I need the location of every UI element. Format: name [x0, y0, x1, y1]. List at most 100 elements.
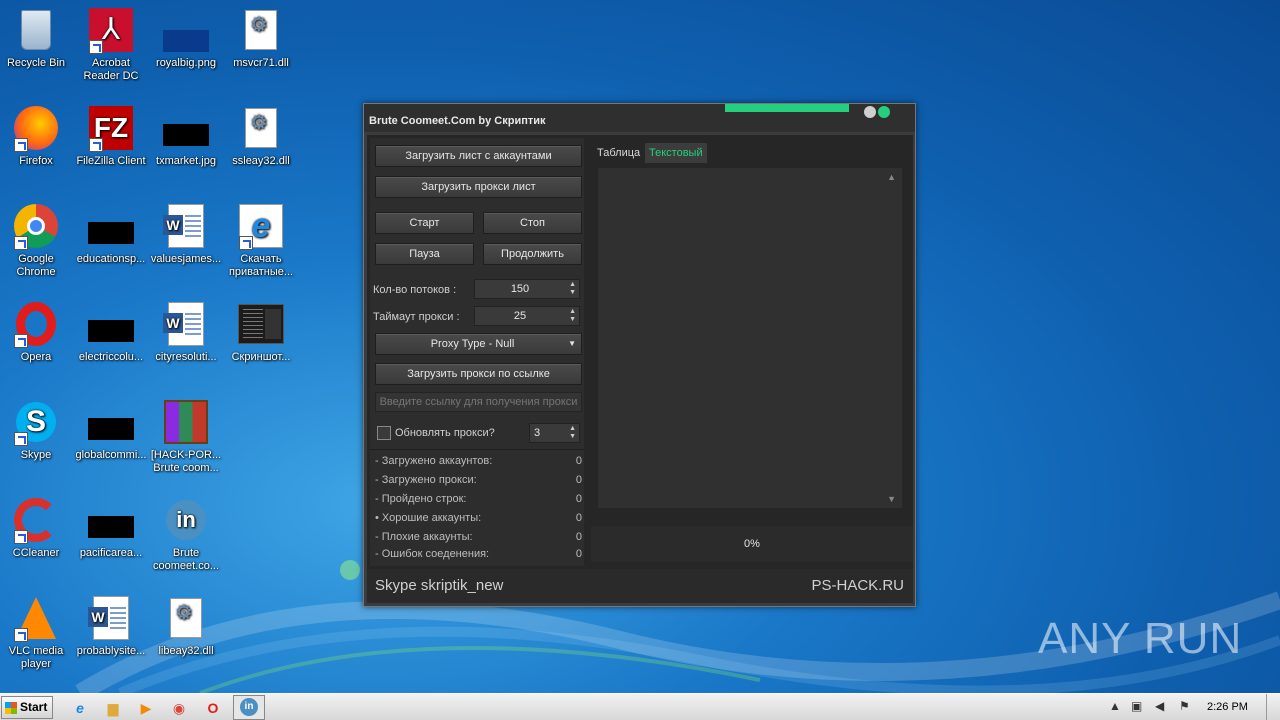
opera-taskbar-icon[interactable]: O [203, 698, 223, 718]
scroll-down-icon[interactable]: ▼ [887, 494, 896, 504]
dll-file-icon [245, 10, 277, 50]
load-proxy-button[interactable]: Загрузить прокси лист [375, 176, 582, 198]
continue-button[interactable]: Продолжить [483, 243, 582, 265]
explorer-taskbar-icon[interactable]: ▆ [103, 698, 123, 718]
footer-site-link[interactable]: PS-HACK.RU [811, 577, 904, 594]
word-document-icon [88, 596, 129, 640]
show-hidden-icons-icon[interactable]: ▲ [1109, 699, 1121, 713]
shortcut-arrow-icon [14, 138, 28, 152]
taskbar: Start e ▆ ▶ ◉ O in ▲ ▣ ◀ ⚑ 2:26 PM [0, 693, 1280, 720]
desktop-icon-opera[interactable]: Opera [0, 300, 74, 364]
load-proxy-url-button[interactable]: Загрузить прокси по ссылке [375, 363, 582, 385]
stepper-arrows-icon[interactable]: ▲ ▼ [569, 308, 576, 324]
stop-button[interactable]: Стоп [483, 212, 582, 234]
desktop-icon-msvcr71[interactable]: msvcr71.dll [223, 6, 299, 70]
desktop-icon-cityresoluti[interactable]: cityresoluti... [148, 300, 224, 364]
pause-button[interactable]: Пауза [375, 243, 474, 265]
desktop-icon-brute-coomeet[interactable]: in Brute coomeet.co... [148, 496, 224, 573]
desktop-icon-label: Скриншот... [231, 351, 291, 363]
desktop-icon-filezilla[interactable]: FZ FileZilla Client [73, 104, 149, 168]
update-proxy-value: 3 [534, 427, 541, 439]
threads-stepper[interactable]: 150 ▲ ▼ [474, 279, 580, 299]
network-icon[interactable]: ▣ [1131, 699, 1142, 713]
desktop-icon-electriccolu[interactable]: electriccolu... [73, 300, 149, 364]
desktop-icon-educationsp[interactable]: educationsp... [73, 202, 149, 266]
desktop-icon-label: pacificarea... [79, 547, 143, 559]
desktop-icon-ccleaner[interactable]: CCleaner [0, 496, 74, 560]
desktop-icon-skachat[interactable]: e Скачать приватные... [223, 202, 299, 279]
tab-text[interactable]: Текстовый [645, 143, 707, 163]
desktop-icon-txmarket[interactable]: txmarket.jpg [148, 104, 224, 168]
action-center-flag-icon[interactable]: ⚑ [1179, 699, 1190, 713]
close-button[interactable] [878, 106, 890, 118]
desktop-icon-label: Acrobat Reader DC [83, 57, 139, 82]
show-desktop-button[interactable] [1266, 694, 1280, 720]
desktop-icon-acrobat[interactable]: ⅄ Acrobat Reader DC [73, 6, 149, 83]
image-thumbnail-icon [88, 320, 134, 342]
winrar-archive-icon [164, 400, 208, 444]
desktop-icon-vlc[interactable]: VLC media player [0, 594, 74, 671]
desktop-icon-chrome[interactable]: Google Chrome [0, 202, 74, 279]
stepper-arrows-icon[interactable]: ▲ ▼ [569, 281, 576, 297]
start-button[interactable]: Start [1, 696, 53, 719]
desktop-icon-probablysite[interactable]: probablysite... [73, 594, 149, 658]
taskbar-clock[interactable]: 2:26 PM [1207, 701, 1248, 713]
output-textarea[interactable]: ▲ ▼ [597, 167, 903, 509]
desktop-icon-label: Google Chrome [16, 253, 56, 278]
output-panel: Таблица Текстовый ▲ ▼ 0% [591, 138, 913, 566]
shortcut-arrow-icon [14, 334, 28, 348]
proxy-type-value: Proxy Type - Null [430, 338, 515, 350]
desktop-icon-hack-por[interactable]: [HACK-POR... Brute coom... [148, 398, 224, 475]
proxy-type-select[interactable]: Proxy Type - Null ▼ [375, 333, 582, 355]
desktop-icon-valuesjames[interactable]: valuesjames... [148, 202, 224, 266]
desktop-icon-label: ssleay32.dll [232, 155, 290, 167]
control-panel: Загрузить лист с аккаунтами Загрузить пр… [370, 138, 584, 566]
volume-icon[interactable]: ◀ [1155, 699, 1164, 713]
desktop-icon-globalcommi[interactable]: globalcommi... [73, 398, 149, 462]
shortcut-arrow-icon [89, 138, 103, 152]
scroll-up-icon[interactable]: ▲ [887, 172, 896, 182]
update-proxy-stepper[interactable]: 3 ▲ ▼ [529, 423, 580, 443]
desktop-icon-pacificarea[interactable]: pacificarea... [73, 496, 149, 560]
desktop-icon-screenshot[interactable]: Скриншот... [223, 300, 299, 364]
threads-value: 150 [510, 283, 530, 295]
image-thumbnail-icon [88, 516, 134, 538]
word-document-icon [163, 204, 204, 248]
desktop-icon-label: cityresoluti... [155, 351, 217, 363]
app-titlebar[interactable]: Brute Coomeet.Com by Скриптик [364, 104, 915, 132]
brute-app-icon: in [166, 500, 206, 540]
start-button[interactable]: Старт [375, 212, 474, 234]
desktop-icon-firefox[interactable]: Firefox [0, 104, 74, 168]
desktop-icon-label: globalcommi... [75, 449, 147, 461]
brute-app-taskbar-button[interactable]: in [233, 695, 265, 720]
shortcut-arrow-icon [14, 432, 28, 446]
update-proxy-checkbox[interactable] [377, 426, 391, 440]
chevron-down-icon: ▼ [568, 339, 576, 348]
desktop-icon-label: Скачать приватные... [228, 253, 294, 278]
ie-taskbar-icon[interactable]: e [70, 698, 90, 718]
desktop-icon-recycle-bin[interactable]: Recycle Bin [0, 6, 74, 70]
tab-table[interactable]: Таблица [593, 143, 644, 163]
media-player-taskbar-icon[interactable]: ▶ [136, 698, 156, 718]
stats-divider [370, 449, 584, 450]
desktop-icon-label: educationsp... [76, 253, 146, 265]
footer-skype-contact: Skype skriptik_new [375, 577, 504, 594]
chrome-taskbar-icon[interactable]: ◉ [169, 698, 189, 718]
app-footer: Skype skriptik_new PS-HACK.RU [367, 569, 913, 603]
screenshot-thumbnail-icon [238, 304, 284, 344]
desktop-icon-label: Opera [20, 351, 52, 363]
desktop-icon-label: msvcr71.dll [233, 57, 289, 69]
minimize-button[interactable] [864, 106, 876, 118]
desktop-icon-ssleay32[interactable]: ssleay32.dll [223, 104, 299, 168]
shortcut-arrow-icon [14, 530, 28, 544]
stepper-arrows-icon[interactable]: ▲ ▼ [569, 425, 576, 441]
stat-connection-errors: - Ошибок соеденения: 0 [375, 548, 582, 560]
desktop-icon-libeay32[interactable]: libeay32.dll [148, 594, 224, 658]
desktop-icon-skype[interactable]: S Skype [0, 398, 74, 462]
desktop-icon-royalbig[interactable]: royalbig.png [148, 6, 224, 70]
shortcut-arrow-icon [239, 236, 253, 250]
stat-bad-accounts: - Плохие аккаунты: 0 [375, 531, 582, 543]
load-accounts-button[interactable]: Загрузить лист с аккаунтами [375, 145, 582, 167]
proxy-timeout-stepper[interactable]: 25 ▲ ▼ [474, 306, 580, 326]
proxy-url-input[interactable] [375, 392, 582, 412]
